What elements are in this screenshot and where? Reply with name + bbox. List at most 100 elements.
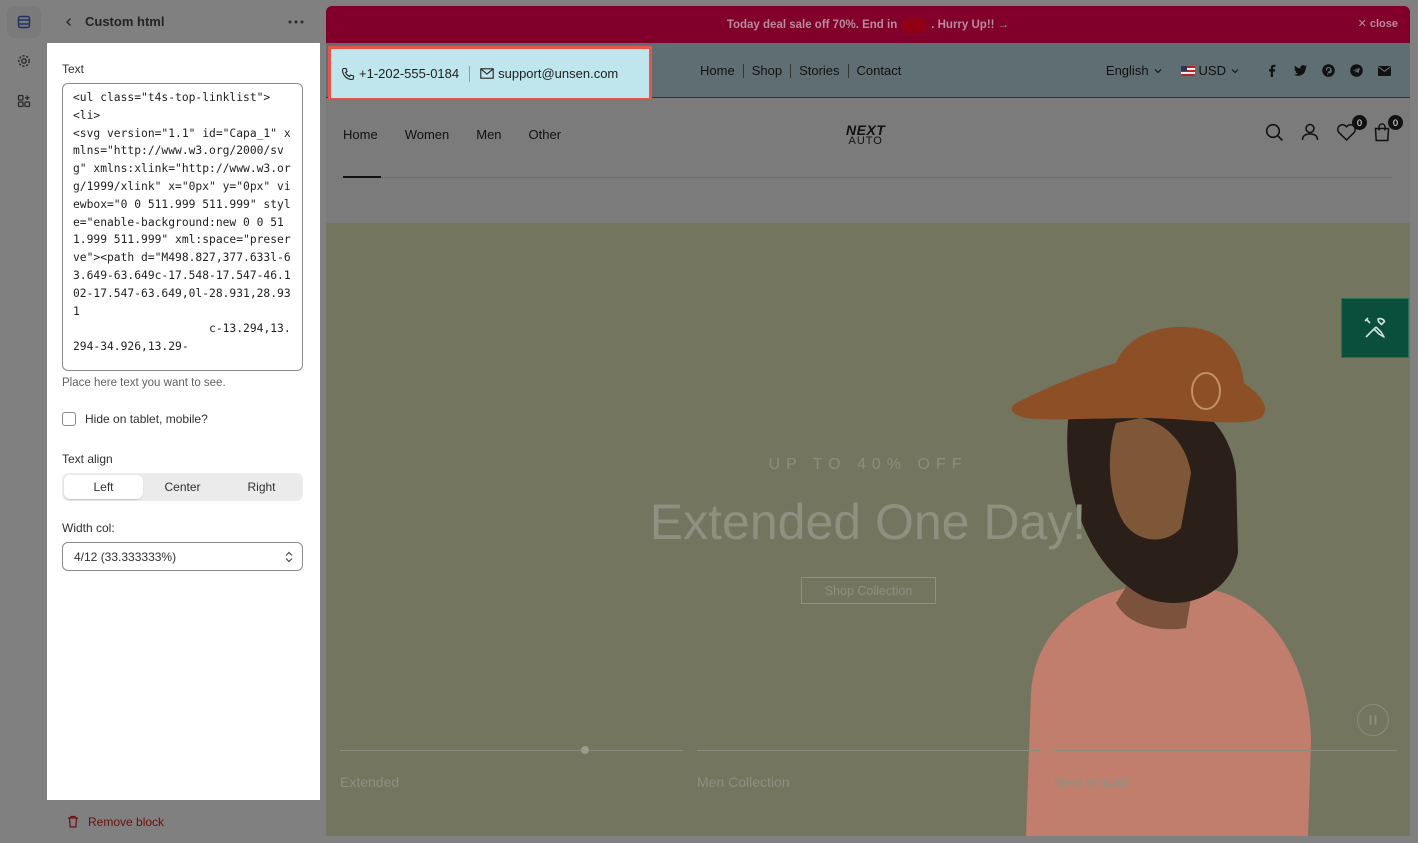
menu-item-other[interactable]: Other [529, 127, 562, 142]
cart-count-badge: 0 [1388, 115, 1403, 130]
cart-button[interactable]: 0 [1371, 115, 1403, 143]
phone-icon [341, 67, 355, 80]
announcement-bar: Today deal sale off 70%. End in . Hurry … [326, 6, 1410, 43]
top-link-contact[interactable]: Contact [849, 63, 910, 78]
block-title: Custom html [85, 14, 165, 29]
logo-line-2: AUTO [848, 135, 883, 147]
trash-icon [68, 815, 78, 828]
close-icon: ✕ [1357, 18, 1367, 30]
facebook-icon[interactable] [1258, 64, 1286, 77]
theme-tools-button[interactable] [1341, 298, 1409, 358]
apps-icon [17, 94, 31, 108]
menu-item-women[interactable]: Women [405, 127, 450, 142]
main-header: Home Women Men Other NEXT AUTO 0 0 [326, 99, 1410, 223]
sections-icon [17, 15, 31, 29]
apps-rail-button[interactable] [7, 85, 41, 117]
text-field-help: Place here text you want to see. [62, 377, 226, 389]
top-bar-right: English USD [1106, 43, 1398, 98]
align-center-option[interactable]: Center [143, 475, 222, 499]
wishlist-button[interactable]: 0 [1335, 115, 1367, 143]
width-col-value: 4/12 (33.333333%) [74, 549, 177, 564]
sections-rail-button[interactable] [7, 6, 41, 38]
hide-mobile-checkbox[interactable] [62, 412, 76, 426]
pinterest-icon[interactable] [1314, 64, 1342, 77]
announcement-text-after: . Hurry Up!! → [931, 18, 1010, 31]
slideshow-pause-button[interactable] [1357, 704, 1389, 736]
more-horizontal-icon [288, 20, 304, 23]
slide-caption: Men Collection [697, 774, 790, 790]
account-button[interactable] [1299, 121, 1321, 143]
settings-rail-button[interactable] [7, 45, 41, 77]
menu-item-men[interactable]: Men [476, 127, 501, 142]
slide-progress-marker [581, 746, 589, 754]
hero-slideshow: UP TO 40% OFF Extended One Day! Shop Col… [326, 223, 1410, 836]
remove-block-label: Remove block [88, 814, 165, 829]
block-settings-panel: Text <ul class="t4s-top-linklist"> <li> … [47, 43, 320, 800]
select-arrows-icon [285, 551, 293, 562]
remove-block-button[interactable]: Remove block [47, 800, 320, 843]
announcement-close-button[interactable]: ✕ close [1358, 17, 1398, 30]
hero-title: Extended One Day! [649, 494, 1087, 550]
editor-rail [0, 0, 47, 843]
top-link-shop[interactable]: Shop [744, 63, 790, 78]
shop-collection-button[interactable]: Shop Collection [801, 577, 936, 604]
header-actions: 0 0 [1249, 115, 1403, 143]
user-icon [1301, 123, 1319, 141]
slide-progress-bar [340, 750, 683, 751]
html-text-area[interactable]: <ul class="t4s-top-linklist"> <li> <svg … [62, 83, 303, 371]
block-settings-header: Custom html [47, 0, 320, 43]
top-link-stories[interactable]: Stories [791, 63, 847, 78]
more-options-button[interactable] [284, 12, 308, 32]
email-address: support@unsen.com [498, 66, 619, 81]
active-menu-underline [343, 176, 381, 178]
language-value: English [1105, 63, 1149, 78]
currency-selector[interactable]: USD [1180, 63, 1240, 78]
chevron-down-icon [1154, 68, 1161, 73]
pause-icon [1369, 715, 1377, 725]
close-label: close [1369, 18, 1398, 30]
top-link-home[interactable]: Home [692, 63, 743, 78]
us-flag-icon [1180, 65, 1195, 76]
hide-mobile-option[interactable]: Hide on tablet, mobile? [62, 412, 208, 426]
slide-progress-bar [1054, 750, 1397, 751]
phone-number: +1-202-555-0184 [359, 66, 460, 81]
slide-tab-extended[interactable]: Extended [340, 746, 683, 790]
language-selector[interactable]: English [1106, 63, 1163, 78]
top-link-list: Home Shop Stories Contact [692, 43, 909, 98]
slide-tab-new-arrivals[interactable]: New arrivals [1054, 750, 1397, 790]
twitter-icon[interactable] [1286, 65, 1314, 76]
search-button[interactable] [1263, 121, 1285, 143]
storefront-preview: Today deal sale off 70%. End in . Hurry … [326, 6, 1410, 836]
social-links [1258, 64, 1398, 77]
search-icon [1265, 123, 1283, 141]
custom-html-highlight[interactable]: +1-202-555-0184 support@unsen.com [328, 46, 652, 101]
align-left-option[interactable]: Left [64, 475, 143, 499]
back-button[interactable] [59, 12, 79, 32]
align-right-option[interactable]: Right [222, 475, 301, 499]
slide-caption: Extended [340, 774, 400, 790]
header-divider [343, 177, 1392, 178]
text-field-label: Text [62, 62, 85, 76]
gear-icon [18, 55, 30, 67]
store-logo[interactable]: NEXT AUTO [846, 123, 885, 147]
email-link[interactable]: support@unsen.com [480, 66, 618, 81]
top-bar: +1-202-555-0184 support@unsen.com Home S… [326, 43, 1410, 101]
contact-divider [469, 65, 471, 82]
email-social-icon[interactable] [1370, 65, 1398, 76]
currency-value: USD [1198, 63, 1226, 78]
menu-item-home[interactable]: Home [343, 127, 378, 142]
main-menu: Home Women Men Other [343, 127, 588, 142]
telegram-icon[interactable] [1342, 64, 1370, 77]
slide-tab-men-collection[interactable]: Men Collection [697, 750, 1040, 790]
chevron-down-icon [1231, 68, 1239, 73]
width-col-select[interactable]: 4/12 (33.333333%) [62, 542, 303, 571]
hero-subtitle: UP TO 40% OFF [768, 456, 968, 473]
phone-link[interactable]: +1-202-555-0184 [341, 66, 459, 81]
width-col-label: Width col: [62, 521, 115, 535]
text-align-label: Text align [62, 452, 113, 466]
slide-caption: New arrivals [1054, 774, 1132, 790]
wishlist-count-badge: 0 [1352, 115, 1367, 130]
hide-mobile-label: Hide on tablet, mobile? [85, 412, 208, 426]
slide-progress-bar [697, 750, 1040, 751]
tools-icon [1364, 317, 1386, 338]
